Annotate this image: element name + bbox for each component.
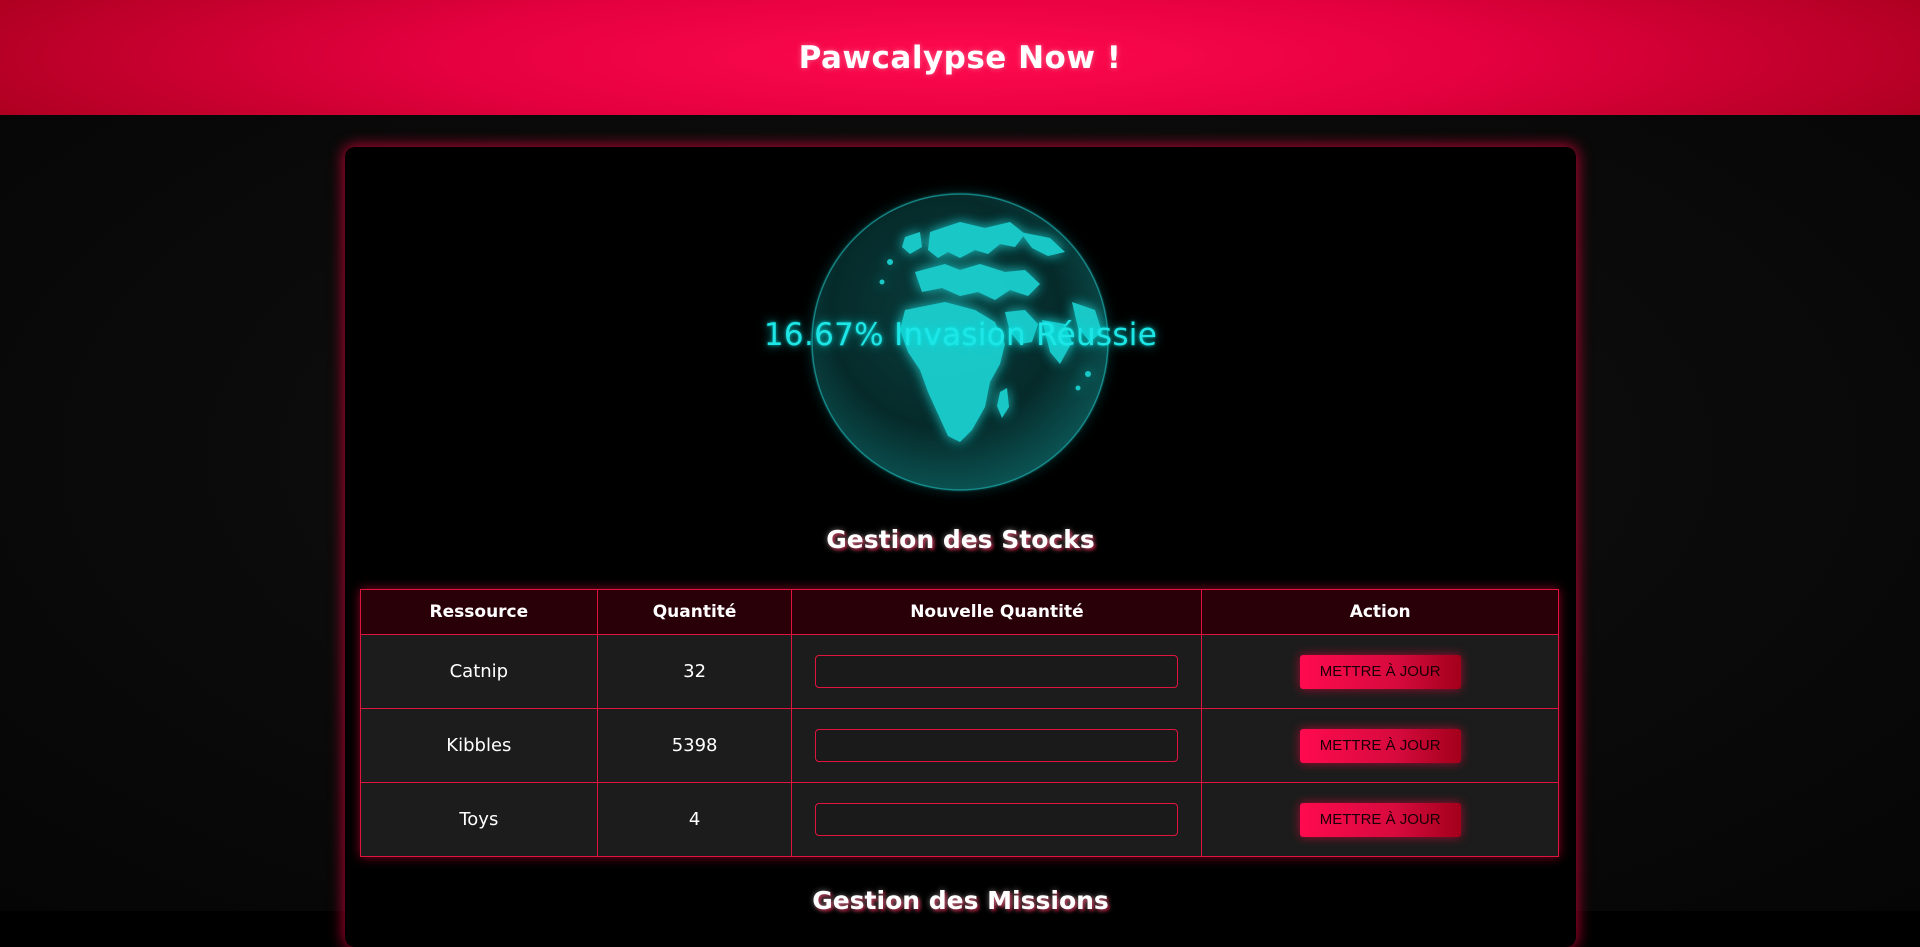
update-button-toys[interactable]: METTRE À JOUR (1299, 802, 1461, 837)
resource-name: Kibbles (360, 708, 598, 783)
action-cell: METTRE À JOUR (1201, 782, 1559, 857)
update-button-catnip[interactable]: METTRE À JOUR (1299, 654, 1461, 689)
table-row: Toys 4 METTRE À JOUR (360, 782, 1559, 857)
column-header-resource: Ressource (360, 589, 598, 635)
new-quantity-input-kibbles[interactable] (815, 729, 1179, 762)
resource-name: Toys (360, 782, 598, 857)
column-header-new-quantity: Nouvelle Quantité (791, 589, 1203, 635)
new-quantity-cell (791, 634, 1203, 709)
stocks-section-title: Gestion des Stocks (826, 525, 1095, 554)
app-header: Pawcalypse Now ! (0, 0, 1920, 115)
new-quantity-cell (791, 782, 1203, 857)
resource-quantity: 4 (596, 782, 793, 857)
stocks-header-row: Ressource Quantité Nouvelle Quantité Act… (360, 589, 1559, 635)
new-quantity-cell (791, 708, 1203, 783)
new-quantity-input-catnip[interactable] (815, 655, 1179, 688)
column-header-quantity: Quantité (596, 589, 793, 635)
stocks-table: Ressource Quantité Nouvelle Quantité Act… (360, 589, 1559, 857)
resource-name: Catnip (360, 634, 598, 709)
resource-quantity: 5398 (596, 708, 793, 783)
table-row: Catnip 32 METTRE À JOUR (360, 634, 1559, 709)
update-button-kibbles[interactable]: METTRE À JOUR (1299, 728, 1461, 763)
dashboard-panel: 16.67% Invasion Réussie Gestion des Stoc… (345, 147, 1576, 947)
resource-quantity: 32 (596, 634, 793, 709)
new-quantity-input-toys[interactable] (815, 803, 1179, 836)
app-title: Pawcalypse Now ! (798, 39, 1122, 76)
action-cell: METTRE À JOUR (1201, 634, 1559, 709)
action-cell: METTRE À JOUR (1201, 708, 1559, 783)
table-row: Kibbles 5398 METTRE À JOUR (360, 708, 1559, 783)
column-header-action: Action (1201, 589, 1559, 635)
invasion-progress-text: 16.67% Invasion Réussie (763, 317, 1158, 353)
